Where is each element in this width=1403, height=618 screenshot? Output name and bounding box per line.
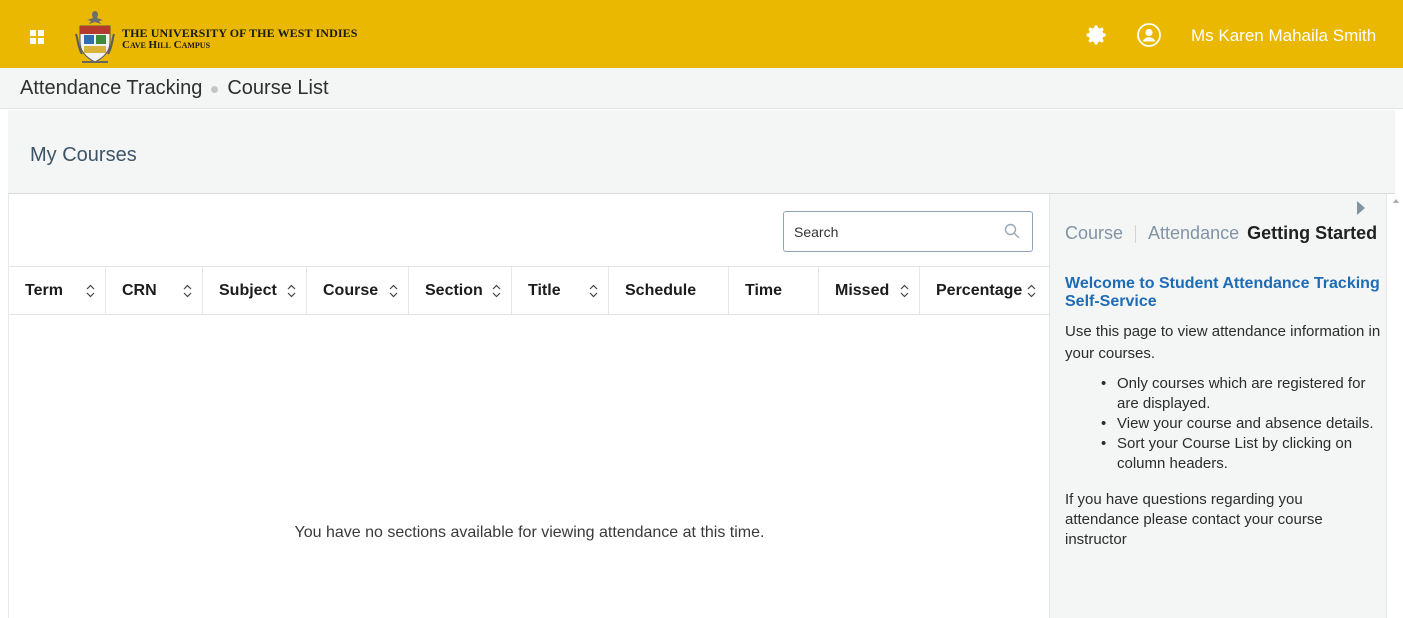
tab-getting-started[interactable]: Getting Started <box>1247 223 1377 244</box>
user-name-link[interactable]: Ms Karen Mahaila Smith <box>1191 26 1376 46</box>
app-grid-icon[interactable] <box>30 30 44 44</box>
university-crest-icon[interactable] <box>74 8 116 66</box>
user-avatar-icon[interactable] <box>1137 23 1161 47</box>
column-header-time[interactable]: Time <box>729 267 819 315</box>
column-header-subject[interactable]: Subject <box>203 267 307 315</box>
course-list-panel: Term CRN Subject Course Section Title Sc… <box>8 194 1050 618</box>
gear-icon[interactable] <box>1086 24 1108 46</box>
sort-icon <box>1027 284 1036 298</box>
scroll-up-icon[interactable] <box>1393 199 1399 203</box>
list-item: Only courses which are registered for ar… <box>1099 374 1389 414</box>
sort-icon <box>900 284 909 298</box>
tab-divider <box>1135 224 1137 243</box>
page-title-bar: My Courses <box>8 110 1395 194</box>
column-header-percentage[interactable]: Percentage <box>920 267 1050 315</box>
search-input[interactable] <box>784 212 984 251</box>
search-box[interactable] <box>783 211 1033 252</box>
tab-attendance[interactable]: Attendance <box>1148 223 1239 244</box>
contact-text: If you have questions regarding you atte… <box>1065 491 1323 548</box>
breadcrumb: Attendance Tracking Course List <box>0 68 1403 109</box>
sort-icon <box>389 284 398 298</box>
help-sidebar: Course Attendance Getting Started Welcom… <box>1049 194 1386 618</box>
column-header-title[interactable]: Title <box>512 267 609 315</box>
column-header-term[interactable]: Term <box>9 267 106 315</box>
intro-text: Use this page to view attendance informa… <box>1065 323 1381 362</box>
sort-icon <box>492 284 501 298</box>
university-wordmark[interactable]: THE UNIVERSITY OF THE WEST INDIES Cave H… <box>122 27 358 51</box>
sort-icon <box>287 284 296 298</box>
collapse-sidebar-icon[interactable] <box>1356 200 1366 216</box>
list-item: Sort your Course List by clicking on col… <box>1099 434 1389 474</box>
column-header-course[interactable]: Course <box>307 267 409 315</box>
campus-name: Cave Hill Campus <box>122 39 211 51</box>
help-bullet-list: Only courses which are registered for ar… <box>1099 374 1389 474</box>
sort-icon <box>183 284 192 298</box>
welcome-heading: Welcome to Student Attendance Tracking S… <box>1065 275 1380 310</box>
page-scrollbar[interactable] <box>1386 194 1403 618</box>
breadcrumb-course-list: Course List <box>227 76 329 99</box>
university-name: THE UNIVERSITY OF THE WEST INDIES <box>122 26 358 40</box>
column-header-missed[interactable]: Missed <box>819 267 920 315</box>
page-title: My Courses <box>30 144 137 166</box>
sidebar-tabs: Course Attendance Getting Started <box>1065 223 1377 244</box>
column-header-section[interactable]: Section <box>409 267 512 315</box>
sort-icon <box>589 284 598 298</box>
empty-table-message: You have no sections available for viewi… <box>294 524 765 541</box>
sort-icon <box>86 284 95 298</box>
column-header-schedule[interactable]: Schedule <box>609 267 729 315</box>
table-header: Term CRN Subject Course Section Title Sc… <box>9 266 1050 315</box>
search-icon[interactable] <box>1004 223 1020 239</box>
column-header-crn[interactable]: CRN <box>106 267 203 315</box>
breadcrumb-attendance-tracking[interactable]: Attendance Tracking <box>20 77 202 100</box>
list-item: View your course and absence details. <box>1099 414 1389 434</box>
app-header: THE UNIVERSITY OF THE WEST INDIES Cave H… <box>0 0 1403 68</box>
breadcrumb-separator-icon <box>211 85 219 93</box>
tab-course[interactable]: Course <box>1065 223 1123 244</box>
